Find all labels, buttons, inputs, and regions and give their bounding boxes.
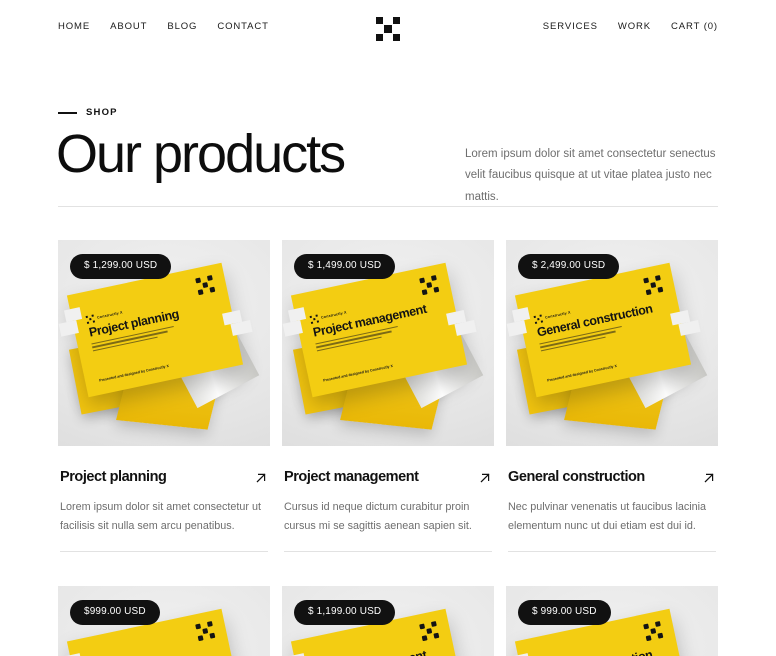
cover-title: General construction <box>536 647 654 656</box>
nav-link-blog[interactable]: BLOG <box>167 22 197 32</box>
cover-brand-icon <box>309 314 320 324</box>
product-description: Cursus id neque dictum curabitur proin c… <box>284 500 472 532</box>
nav-link-home[interactable]: HOME <box>58 22 90 32</box>
product-divider <box>284 551 492 553</box>
product-description: Nec pulvinar venenatis ut faucibus lacin… <box>508 500 707 532</box>
product-card[interactable]: Constructly X Project management Present… <box>282 586 494 656</box>
product-image[interactable]: Constructly X Project management Present… <box>282 240 494 446</box>
cover-corner-icon <box>419 274 440 296</box>
top-navigation: HOME ABOUT BLOG CONTACT SERVICES WORK CA… <box>0 0 776 56</box>
price-badge[interactable]: $999.00 USD <box>70 600 160 626</box>
cover-corner-icon <box>195 274 216 296</box>
page-title: Our products <box>56 124 346 184</box>
price-badge[interactable]: $ 2,499.00 USD <box>518 254 620 279</box>
nav-link-contact[interactable]: CONTACT <box>217 22 269 32</box>
section-eyebrow: SHOP <box>58 108 118 118</box>
product-image[interactable]: Constructly X General construction Prese… <box>506 586 718 656</box>
price-badge[interactable]: $ 1,299.00 USD <box>70 254 172 279</box>
product-divider <box>508 551 716 553</box>
product-card[interactable]: Constructly X Project planning Presented… <box>58 240 270 553</box>
product-card[interactable]: Constructly X General construction Prese… <box>506 586 718 656</box>
product-title[interactable]: Project management <box>284 469 419 486</box>
eyebrow-label: SHOP <box>86 107 118 118</box>
cover-brand-icon <box>85 314 96 324</box>
nav-link-services[interactable]: SERVICES <box>543 22 598 32</box>
product-title[interactable]: Project planning <box>60 469 167 486</box>
cover-title: Project management <box>312 648 428 656</box>
product-title-row: General construction <box>508 469 716 486</box>
arrow-up-right-icon[interactable] <box>702 471 716 485</box>
cover-corner-icon <box>195 621 216 642</box>
product-details: Project management Cursus id neque dictu… <box>282 446 494 553</box>
shop-page: HOME ABOUT BLOG CONTACT SERVICES WORK CA… <box>0 0 776 656</box>
product-title-row: Project management <box>284 469 492 486</box>
product-details: General construction Nec pulvinar venena… <box>506 446 718 553</box>
product-card[interactable]: Constructly X Project management Present… <box>282 240 494 553</box>
cover-footer-note: Presented and designed by Constructly X <box>546 363 618 383</box>
product-details: Project planning Lorem ipsum dolor sit a… <box>58 446 270 553</box>
product-description: Lorem ipsum dolor sit amet consectetur u… <box>60 500 262 532</box>
header-divider <box>58 206 718 207</box>
product-title-row: Project planning <box>60 469 268 486</box>
product-image[interactable]: Constructly X General construction Prese… <box>506 240 718 446</box>
price-badge[interactable]: $ 1,499.00 USD <box>294 254 396 279</box>
product-image[interactable]: Constructly X Project management Present… <box>282 586 494 656</box>
cover-corner-icon <box>643 274 664 296</box>
product-image[interactable]: Constructly X Project planning Presented… <box>58 240 270 446</box>
cover-footer-note: Presented and designed by Constructly X <box>98 363 170 383</box>
product-card[interactable]: Constructly X General construction Prese… <box>506 240 718 553</box>
cover-corner-icon <box>643 621 664 642</box>
checkerboard-logo-icon[interactable] <box>376 17 400 41</box>
nav-links-left: HOME ABOUT BLOG CONTACT <box>58 22 269 32</box>
product-grid: Constructly X Project planning Presented… <box>58 240 718 656</box>
price-badge[interactable]: $ 999.00 USD <box>518 600 611 626</box>
cover-footer-note: Presented and designed by Constructly X <box>322 363 394 383</box>
eyebrow-dash-icon <box>58 112 77 114</box>
product-card[interactable]: Constructly X Project planning Presented… <box>58 586 270 656</box>
cover-corner-icon <box>419 621 440 642</box>
nav-link-cart[interactable]: CART (0) <box>671 22 718 32</box>
arrow-up-right-icon[interactable] <box>478 471 492 485</box>
nav-link-about[interactable]: ABOUT <box>110 22 147 32</box>
arrow-up-right-icon[interactable] <box>254 471 268 485</box>
product-image[interactable]: Constructly X Project planning Presented… <box>58 586 270 656</box>
page-intro-text: Lorem ipsum dolor sit amet consectetur s… <box>465 148 716 203</box>
nav-link-work[interactable]: WORK <box>618 22 651 32</box>
cover-brand-icon <box>533 314 544 324</box>
product-title[interactable]: General construction <box>508 469 645 486</box>
nav-links-right: SERVICES WORK CART (0) <box>543 22 718 32</box>
price-badge[interactable]: $ 1,199.00 USD <box>294 600 396 626</box>
product-divider <box>60 551 268 553</box>
